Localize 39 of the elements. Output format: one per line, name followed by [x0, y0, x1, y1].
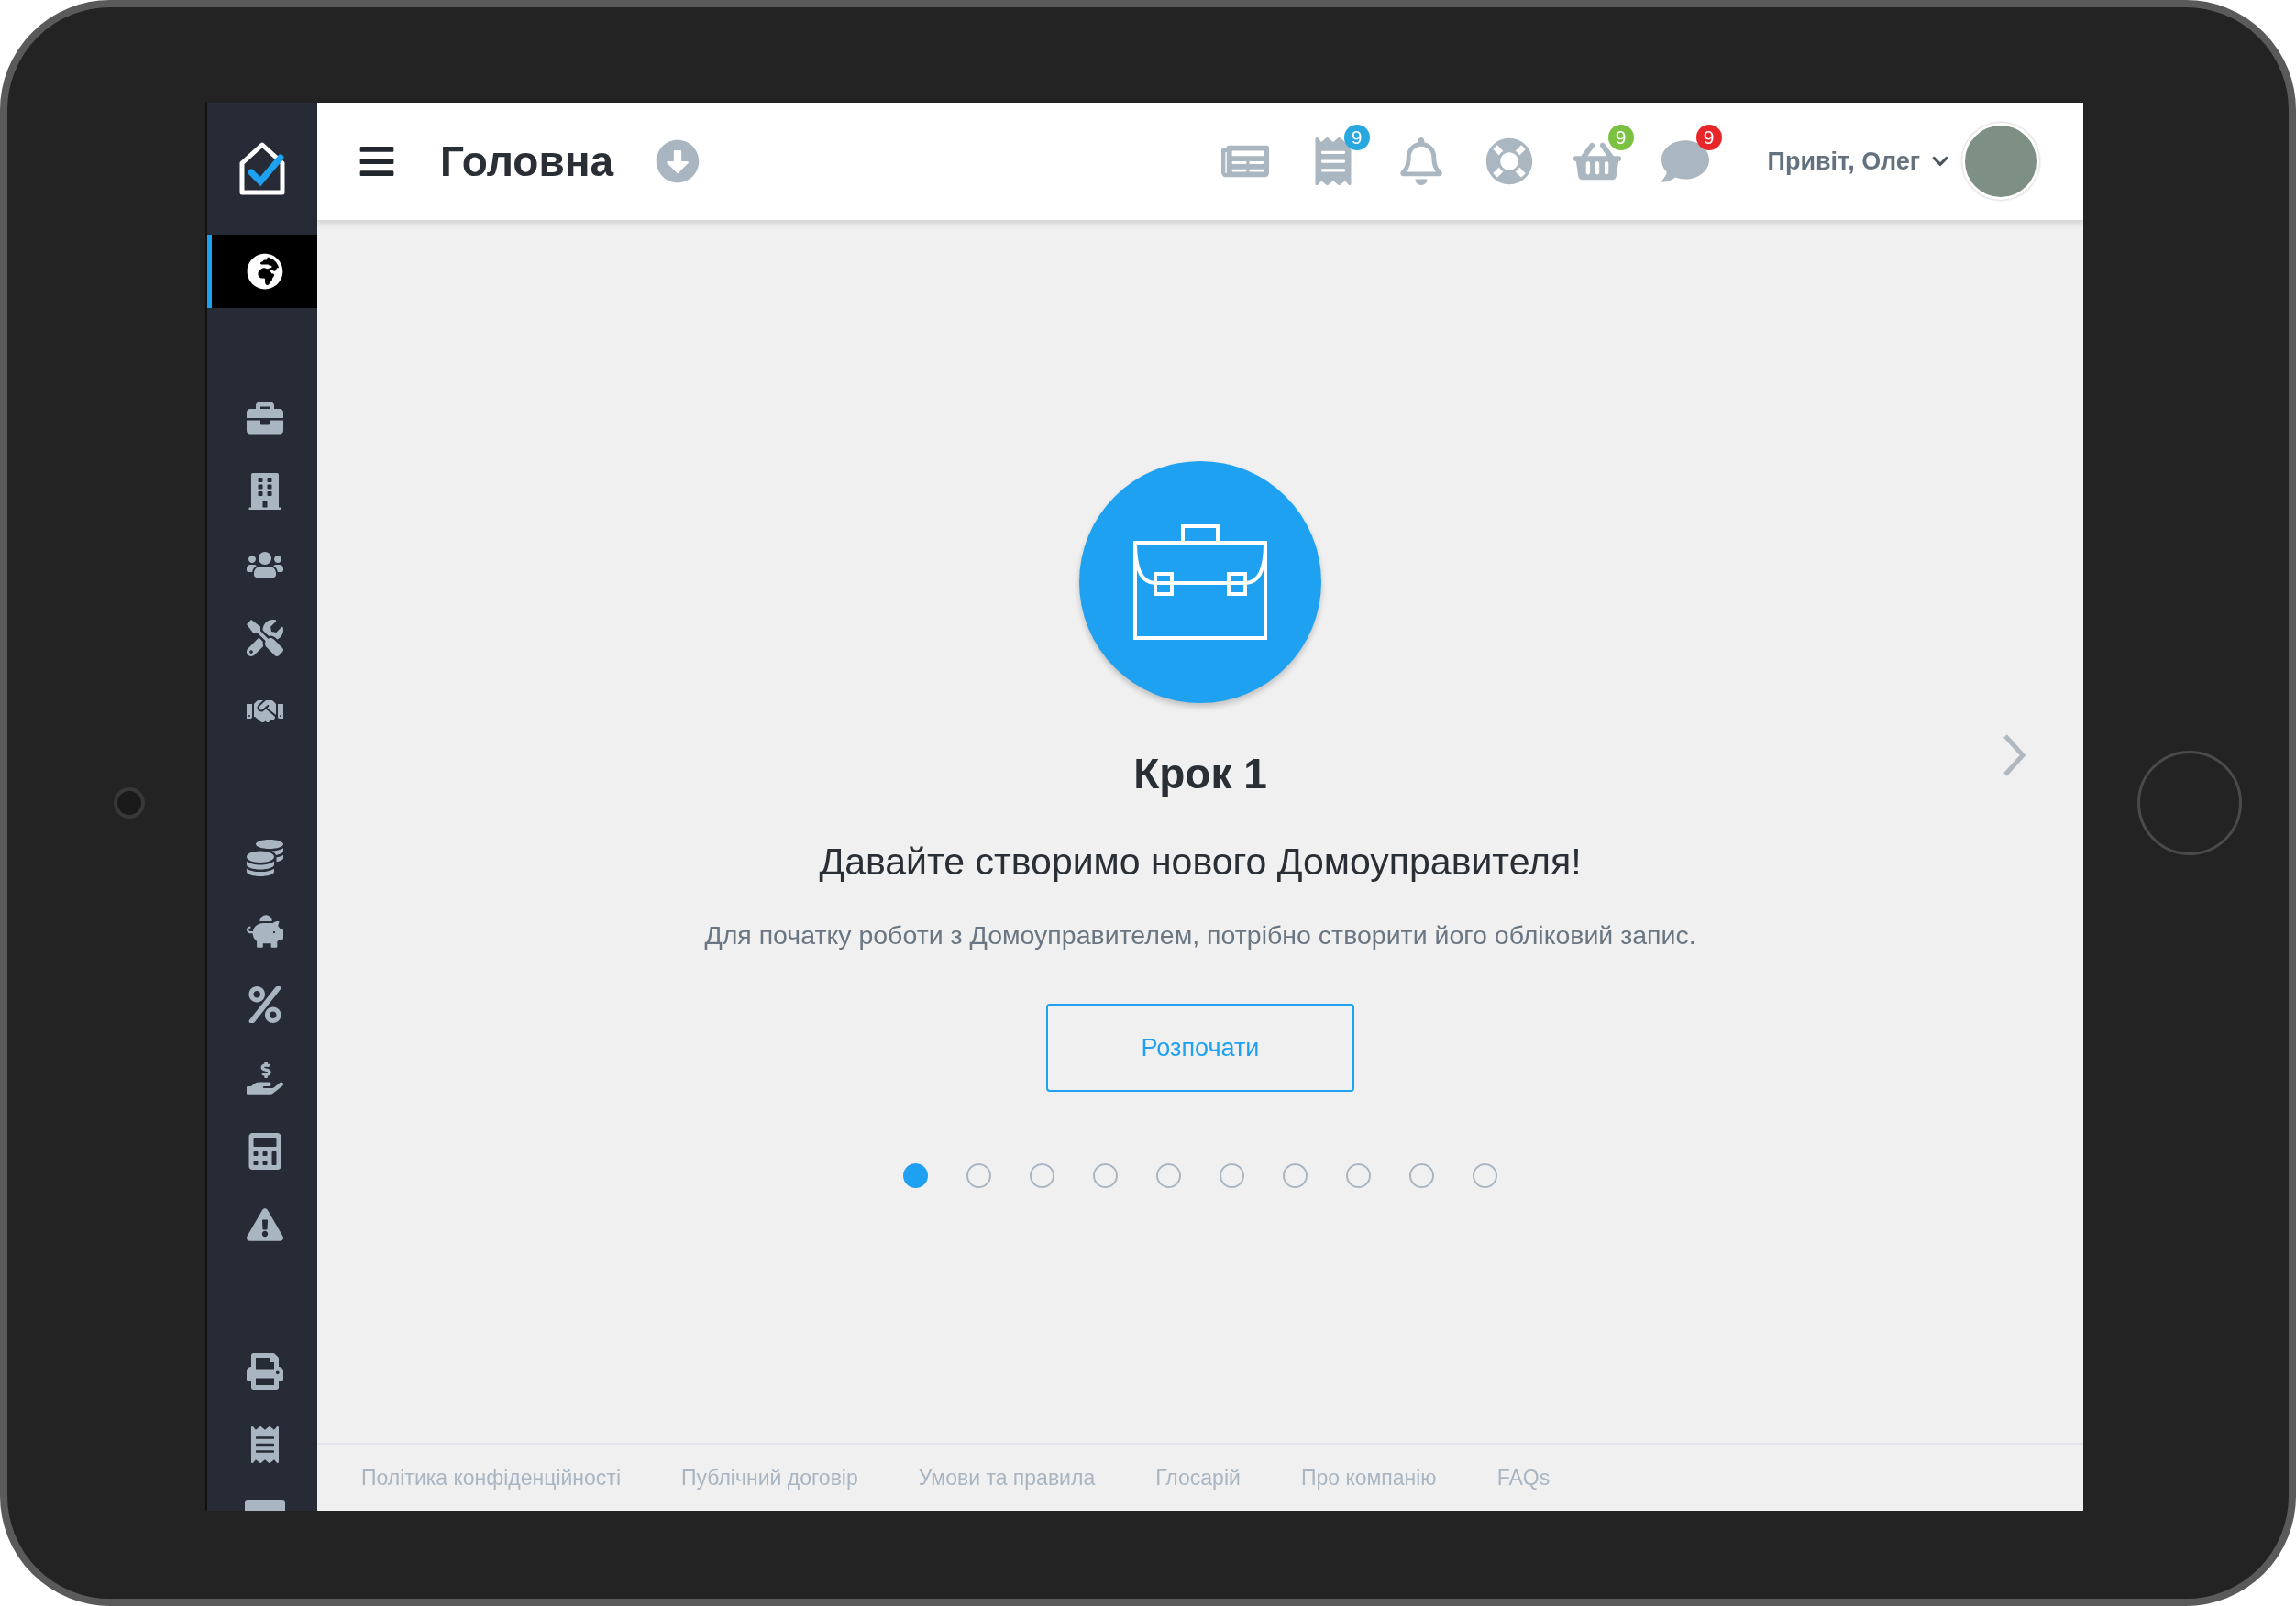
bar-icon — [244, 1500, 285, 1511]
start-button[interactable]: Розпочати — [1046, 1004, 1354, 1092]
footer-link[interactable]: Про компанію — [1300, 1465, 1437, 1490]
step-description: Для початку роботи з Домоуправителем, потрібно створити його обліковий запис. — [704, 920, 1696, 951]
count-badge: 9 — [1695, 125, 1722, 150]
footer-link[interactable]: Умови та правила — [918, 1465, 1096, 1490]
carousel-dot[interactable] — [1156, 1163, 1181, 1188]
printer-icon — [246, 1353, 283, 1390]
carousel-dot[interactable] — [1473, 1163, 1497, 1188]
carousel-dot[interactable] — [1030, 1163, 1054, 1188]
footer-link[interactable]: Публічний договір — [681, 1465, 858, 1490]
carousel-dot[interactable] — [966, 1163, 991, 1188]
carousel-dot[interactable] — [1283, 1163, 1308, 1188]
footer-link[interactable]: Глосарій — [1155, 1465, 1241, 1490]
count-badge: 9 — [1343, 125, 1370, 150]
page-title: Головна — [440, 137, 614, 186]
step-heading: Давайте створимо нового Домоуправителя! — [819, 841, 1582, 884]
footer-link[interactable]: Політика конфіденційності — [361, 1465, 621, 1490]
avatar[interactable] — [1962, 123, 2039, 200]
home-button-icon — [2137, 751, 2242, 855]
carousel-dot[interactable] — [1093, 1163, 1118, 1188]
tools-icon — [246, 620, 283, 656]
carousel-dot[interactable] — [1220, 1163, 1244, 1188]
carousel-dot[interactable] — [903, 1163, 928, 1188]
warning-icon — [246, 1206, 283, 1243]
user-greeting[interactable]: Привіт, Олег — [1767, 147, 1920, 176]
footer-link[interactable]: FAQs — [1496, 1465, 1551, 1490]
count-badge: 9 — [1607, 125, 1634, 150]
hand-dollar-icon — [246, 1060, 283, 1096]
carousel-dot[interactable] — [1409, 1163, 1434, 1188]
briefcase-icon — [246, 400, 283, 436]
step-title: Крок 1 — [1133, 749, 1267, 798]
piggy-bank-icon — [246, 913, 283, 950]
globe-icon — [246, 253, 283, 290]
camera-icon — [114, 787, 145, 819]
coins-icon — [246, 840, 283, 876]
house-check-logo — [238, 141, 286, 196]
sidebar-item[interactable] — [207, 235, 317, 308]
carousel-dot[interactable] — [1346, 1163, 1371, 1188]
